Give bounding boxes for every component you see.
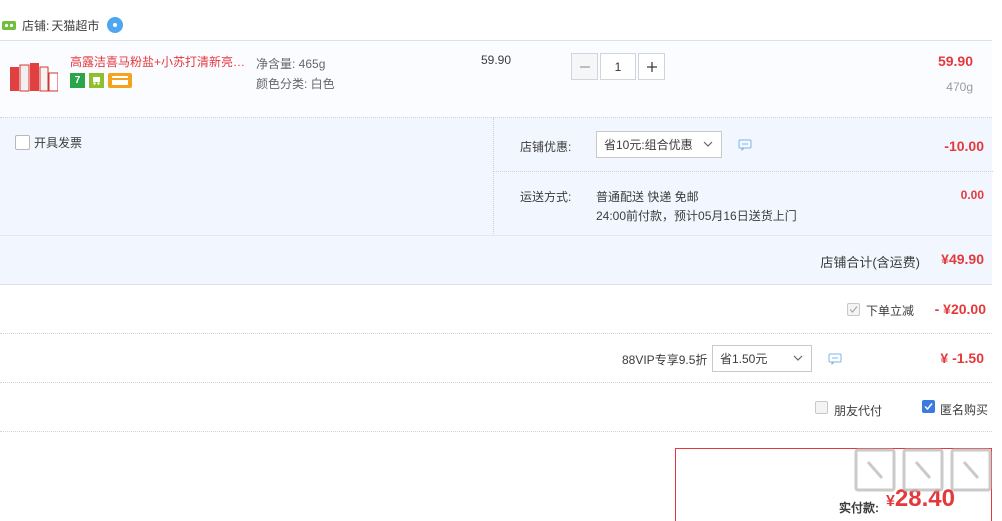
seven-day-return-icon: 7 (70, 73, 85, 88)
quantity-input[interactable]: 1 (600, 53, 636, 80)
delivery-estimate: 24:00前付款，预计05月16日送货上门 (596, 209, 797, 223)
store-header: 店铺: 天猫超市 (0, 10, 1002, 40)
store-total-row: 店铺合计(含运费) ¥49.90 (0, 235, 992, 285)
vip-discount-amount: ¥ -1.50 (940, 350, 984, 366)
product-thumbnail[interactable] (10, 61, 59, 95)
panel-divider (494, 171, 993, 172)
store-label: 店铺: (22, 18, 50, 33)
product-title-link[interactable]: 高露洁喜马粉盐+小苏打清新亮… (70, 53, 250, 70)
message-icon[interactable] (828, 353, 842, 366)
delivery-guarantee-icon (89, 73, 104, 88)
instant-discount-label: 下单立减 (866, 304, 915, 318)
invoice-label: 开具发票 (34, 136, 83, 150)
store-discount-amount: -10.00 (944, 138, 984, 154)
store-name-link[interactable]: 天猫超市 (51, 17, 99, 34)
instant-discount-row: 下单立减 - ¥20.00 (0, 286, 992, 334)
store-discount-label: 店铺优惠: (520, 140, 572, 154)
shipping-fee: 0.00 (960, 188, 984, 202)
net-content-attr: 净含量: 465g (256, 57, 326, 71)
chevron-down-icon (703, 138, 713, 148)
order-options-row: 朋友代付 匿名购买 (0, 384, 992, 432)
unit-price: 59.90 (481, 53, 512, 67)
item-line-total: 59.90 (937, 53, 973, 69)
store-discount-value: 省10元:组合优惠 (604, 138, 693, 152)
decrease-quantity-button[interactable] (571, 53, 598, 80)
instant-discount-amount: - ¥20.00 (934, 301, 986, 317)
store-icon (2, 19, 16, 31)
increase-quantity-button[interactable] (638, 53, 665, 80)
invoice-option[interactable]: 开具发票 (15, 134, 82, 151)
friend-pay-checkbox[interactable] (815, 401, 828, 414)
message-icon[interactable] (738, 139, 752, 152)
product-badges: 7 (70, 73, 132, 88)
item-weight: 470g (946, 80, 973, 94)
shipping-method-label: 运送方式: (520, 190, 572, 204)
store-total-label: 店铺合计(含运费) (820, 255, 920, 270)
instant-discount-checkbox[interactable] (847, 303, 860, 316)
store-discount-select[interactable]: 省10元:组合优惠 (596, 131, 722, 158)
site-watermark-logo (854, 448, 992, 492)
store-options-panel: 开具发票 店铺优惠: 省10元:组合优惠 -10.00 运送方式: 普通配送 快… (0, 117, 993, 236)
anonymous-purchase-checkbox[interactable] (922, 400, 935, 413)
vip-discount-value: 省1.50元 (720, 352, 768, 366)
anonymous-purchase-label: 匿名购买 (940, 403, 989, 417)
vip-discount-label: 88VIP专享9.5折 (622, 353, 708, 367)
chat-icon[interactable] (107, 17, 124, 33)
chevron-down-icon (793, 352, 803, 362)
friend-pay-label: 朋友代付 (834, 404, 883, 418)
credit-card-icon (108, 73, 132, 88)
cart-item-row: 高露洁喜马粉盐+小苏打清新亮… 7 净含量: 465g 颜色分类: 白色 59.… (0, 40, 992, 116)
color-attr: 颜色分类: 白色 (256, 77, 335, 91)
shipping-method-value: 普通配送 快递 免邮 (596, 190, 699, 204)
vip-discount-select[interactable]: 省1.50元 (712, 345, 812, 372)
store-total-amount: ¥49.90 (941, 251, 984, 267)
discount-shipping-panel: 店铺优惠: 省10元:组合优惠 -10.00 运送方式: 普通配送 快递 免邮 … (493, 118, 993, 236)
quantity-stepper: 1 (571, 53, 665, 80)
invoice-checkbox[interactable] (15, 135, 30, 150)
vip-discount-row: 88VIP专享9.5折 省1.50元 ¥ -1.50 (0, 335, 992, 383)
